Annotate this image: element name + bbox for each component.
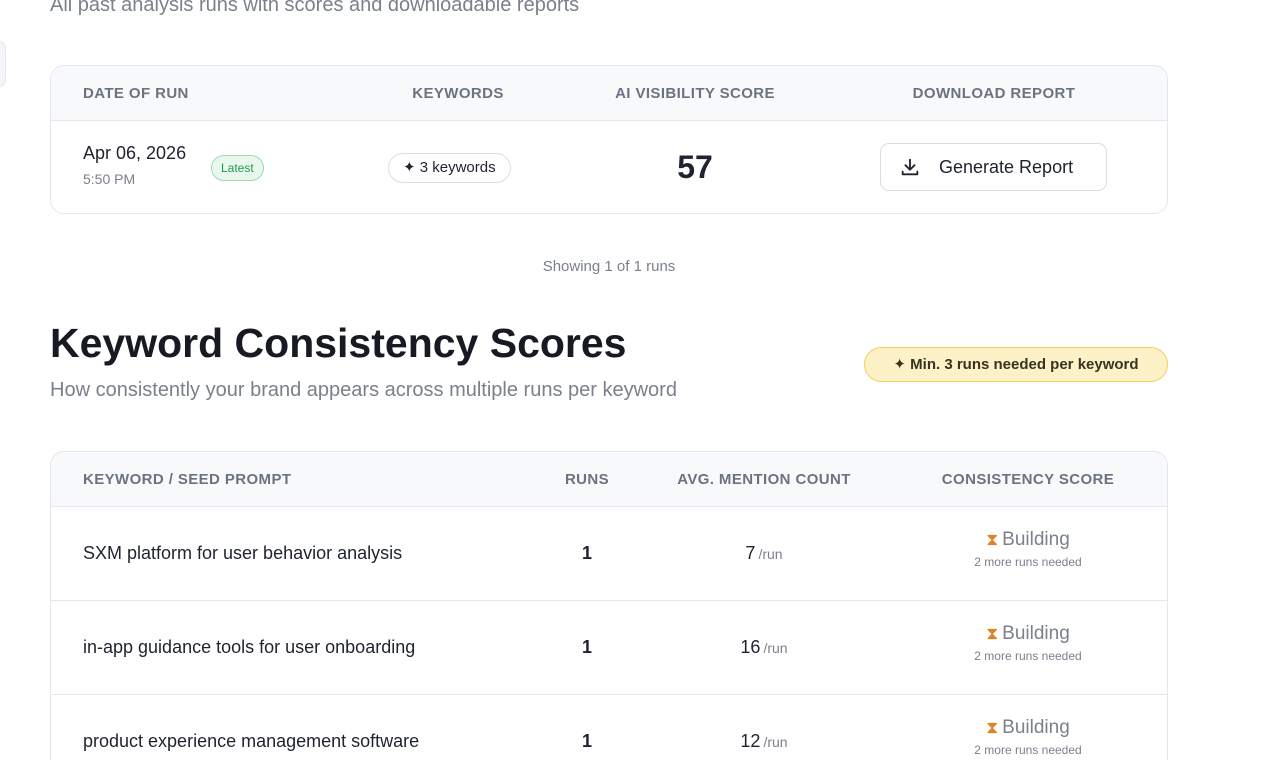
generate-report-label: Generate Report <box>939 156 1074 177</box>
consistency-status: ⧗ Building 2 more runs needed <box>974 717 1081 757</box>
column-header-download: DOWNLOAD REPORT <box>912 85 1076 102</box>
column-header-keyword: KEYWORD / SEED PROMPT <box>83 471 292 488</box>
keywords-pill[interactable]: ✦ 3 keywords <box>388 153 511 183</box>
avg-mention-count: 7/run <box>745 543 782 564</box>
run-time: 5:50 PM <box>83 171 136 187</box>
hourglass-icon: ⧗ <box>986 530 999 549</box>
status-hint: 2 more runs needed <box>974 555 1082 569</box>
sidebar-edge-tab[interactable] <box>0 40 6 88</box>
table-row: SXM platform for user behavior analysis … <box>51 507 1167 601</box>
avg-mention-unit: /run <box>758 546 783 562</box>
consistency-status: ⧗ Building 2 more runs needed <box>974 529 1081 569</box>
runs-count: 1 <box>581 637 593 657</box>
avg-mention-count: 12/run <box>740 731 787 752</box>
avg-mention-count: 16/run <box>740 637 787 658</box>
status-label: Building <box>1002 623 1070 644</box>
download-icon <box>901 158 919 176</box>
consistency-table: KEYWORD / SEED PROMPT RUNS AVG. MENTION … <box>50 451 1168 760</box>
avg-mention-unit: /run <box>763 640 788 656</box>
min-runs-badge: ✦ Min. 3 runs needed per keyword <box>864 347 1168 382</box>
avg-mention-unit: /run <box>763 734 788 750</box>
keyword-text: SXM platform for user behavior analysis <box>83 543 403 563</box>
runs-table-header: DATE OF RUN KEYWORDS AI VISIBILITY SCORE… <box>51 66 1167 121</box>
consistency-status: ⧗ Building 2 more runs needed <box>974 623 1081 663</box>
runs-section-subtitle: All past analysis runs with scores and d… <box>50 0 580 16</box>
avg-mention-value: 12 <box>740 731 761 751</box>
status-hint: 2 more runs needed <box>974 743 1082 757</box>
column-header-consistency: CONSISTENCY SCORE <box>941 471 1115 488</box>
avg-mention-value: 7 <box>745 543 756 563</box>
table-row: product experience management software 1… <box>51 695 1167 760</box>
ai-visibility-score: 57 <box>677 149 713 185</box>
status-label: Building <box>1002 529 1070 550</box>
consistency-section-subtitle: How consistently your brand appears acro… <box>50 379 677 401</box>
page-title: Keyword Consistency Scores <box>50 320 627 366</box>
table-row: in-app guidance tools for user onboardin… <box>51 601 1167 695</box>
column-header-score: AI VISIBILITY SCORE <box>615 85 775 102</box>
column-header-avg-mention: AVG. MENTION COUNT <box>677 471 851 488</box>
hourglass-icon: ⧗ <box>986 624 999 643</box>
column-header-runs: RUNS <box>564 471 610 488</box>
column-header-keywords: KEYWORDS <box>412 85 504 102</box>
hourglass-icon: ⧗ <box>986 718 999 737</box>
table-row: Apr 06, 2026 5:50 PM Latest ✦ 3 keywords… <box>51 121 1167 213</box>
latest-badge: Latest <box>211 155 264 181</box>
avg-mention-value: 16 <box>740 637 761 657</box>
run-date: Apr 06, 2026 <box>83 143 187 163</box>
keyword-text: in-app guidance tools for user onboardin… <box>83 637 416 657</box>
status-hint: 2 more runs needed <box>974 649 1082 663</box>
column-header-date: DATE OF RUN <box>83 85 189 102</box>
runs-table: DATE OF RUN KEYWORDS AI VISIBILITY SCORE… <box>50 65 1168 214</box>
runs-count: 1 <box>581 731 593 751</box>
generate-report-button[interactable]: Generate Report <box>880 143 1107 191</box>
consistency-table-header: KEYWORD / SEED PROMPT RUNS AVG. MENTION … <box>51 452 1167 507</box>
keyword-text: product experience management software <box>83 731 420 751</box>
runs-count: 1 <box>581 543 593 563</box>
status-label: Building <box>1002 717 1070 738</box>
pagination-status: Showing 1 of 1 runs <box>542 258 676 275</box>
